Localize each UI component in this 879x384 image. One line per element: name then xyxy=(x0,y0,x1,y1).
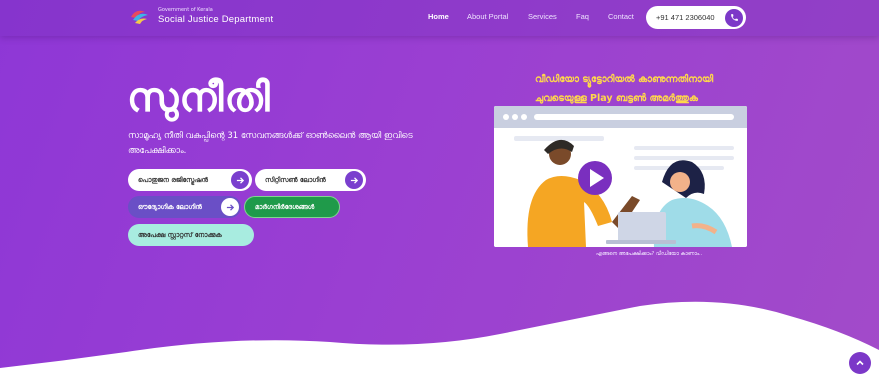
chevron-up-icon xyxy=(856,360,864,366)
scroll-to-top-button[interactable] xyxy=(849,352,871,374)
hero-wave-divider xyxy=(0,301,879,384)
